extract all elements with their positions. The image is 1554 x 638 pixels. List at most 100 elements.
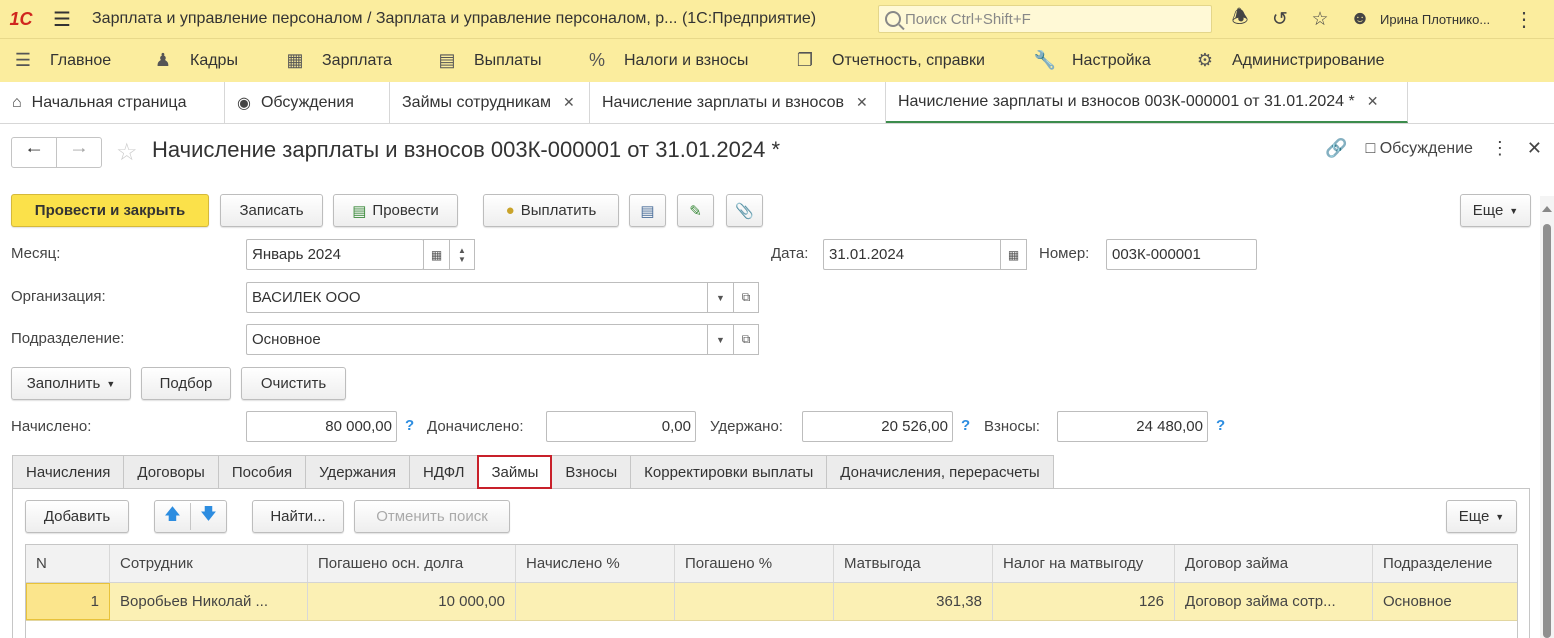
tab-ndfl[interactable]: НДФЛ — [409, 455, 479, 489]
column-header[interactable]: Налог на матвыгоду — [993, 545, 1175, 582]
cell-employee[interactable]: Воробьев Николай ... — [110, 583, 308, 620]
add-button[interactable]: Добавить — [25, 500, 129, 533]
tab-payroll-list[interactable]: Начисление зарплаты и взносов ✕ — [590, 82, 886, 123]
history-icon[interactable]: ↺ — [1260, 0, 1300, 38]
select-button[interactable]: Подбор — [141, 367, 231, 400]
edit-button[interactable]: ✎ — [677, 194, 714, 227]
clear-button[interactable]: Очистить — [241, 367, 346, 400]
history-nav: 🠀 🠂 — [11, 137, 102, 168]
cell-benefit-tax[interactable]: 126 — [993, 583, 1175, 620]
department-field[interactable]: Основное — [246, 324, 709, 355]
column-header[interactable]: Сотрудник — [110, 545, 308, 582]
close-icon[interactable]: ✕ — [563, 94, 575, 111]
more-vertical-icon[interactable]: ⋮ — [1508, 7, 1540, 32]
tab-recalculations[interactable]: Доначисления, перерасчеты — [826, 455, 1054, 489]
dropdown-icon[interactable]: ▼ — [707, 282, 734, 313]
column-header[interactable]: N — [26, 545, 110, 582]
column-header[interactable]: Подразделение — [1373, 545, 1517, 582]
table-row[interactable]: 1 Воробьев Николай ... 10 000,00 361,38 … — [26, 583, 1517, 621]
menu-item-settings[interactable]: 🔧 Настройка — [1022, 39, 1182, 83]
open-icon[interactable]: ⧉ — [733, 282, 759, 313]
cancel-search-button[interactable]: Отменить поиск — [354, 500, 510, 533]
pay-button[interactable]: ● Выплатить — [483, 194, 619, 227]
tab-payment-corrections[interactable]: Корректировки выплаты — [630, 455, 828, 489]
menu-item-hr[interactable]: ♟ Кадры — [140, 39, 272, 83]
post-and-close-button[interactable]: Провести и закрыть — [11, 194, 209, 227]
tab-loans[interactable]: Займы — [477, 455, 553, 489]
cell-interest-repaid[interactable] — [675, 583, 834, 620]
close-icon[interactable]: ✕ — [1367, 93, 1379, 110]
back-arrow-icon[interactable]: 🠀 — [12, 138, 56, 167]
panel-more-button[interactable]: Еще ▼ — [1446, 500, 1517, 533]
number-field[interactable]: 003К-000001 — [1106, 239, 1257, 270]
stepper-down-icon[interactable]: ▼ — [458, 255, 466, 264]
cell-loan-contract[interactable]: Договор займа сотр... — [1175, 583, 1373, 620]
cell-interest-accrued[interactable] — [516, 583, 675, 620]
close-form-icon[interactable]: ✕ — [1527, 138, 1542, 159]
link-icon[interactable]: 🔗 — [1325, 138, 1347, 159]
help-icon[interactable]: ? — [961, 417, 970, 434]
user-name[interactable]: Ирина Плотнико... — [1380, 12, 1508, 27]
save-button[interactable]: Записать — [220, 194, 323, 227]
column-header[interactable]: Договор займа — [1175, 545, 1373, 582]
bell-icon[interactable]: 🕭 — [1220, 0, 1260, 38]
discussion-button[interactable]: □ Обсуждение — [1366, 140, 1473, 158]
tab-benefits[interactable]: Пособия — [217, 455, 307, 489]
cell-material-benefit[interactable]: 361,38 — [834, 583, 993, 620]
month-field[interactable]: Январь 2024 — [246, 239, 424, 270]
column-header[interactable]: Погашено осн. долга — [308, 545, 516, 582]
tab-contributions[interactable]: Взносы — [551, 455, 632, 489]
global-search-input[interactable]: Поиск Ctrl+Shift+F — [878, 5, 1212, 33]
tab-deductions[interactable]: Удержания — [305, 455, 411, 489]
attach-button[interactable]: 📎 — [726, 194, 763, 227]
post-button[interactable]: ▤ Провести — [333, 194, 458, 227]
help-icon[interactable]: ? — [1216, 417, 1225, 434]
dropdown-icon[interactable]: ▼ — [707, 324, 734, 355]
arrow-up-icon[interactable]: 🡅 — [155, 503, 191, 530]
menu-item-salary[interactable]: ▦ Зарплата — [272, 39, 424, 83]
calendar-icon[interactable]: ▦ — [1000, 239, 1027, 270]
month-stepper[interactable]: ▲ ▼ — [449, 239, 475, 270]
cell-n[interactable]: 1 — [26, 583, 110, 620]
find-button[interactable]: Найти... — [252, 500, 344, 533]
list-icon: ▤ — [640, 202, 655, 220]
tab-label: Начисление зарплаты и взносов 003К-00000… — [898, 92, 1355, 110]
menu-item-taxes[interactable]: % Налоги и взносы — [574, 39, 782, 83]
cell-department[interactable]: Основное — [1373, 583, 1517, 620]
column-header[interactable]: Матвыгода — [834, 545, 993, 582]
scroll-up-icon[interactable] — [1542, 206, 1552, 212]
forward-arrow-icon[interactable]: 🠂 — [56, 138, 101, 167]
star-icon[interactable]: ☆ — [1300, 0, 1340, 38]
more-vertical-icon[interactable]: ⋮ — [1491, 138, 1509, 159]
menu-item-main[interactable]: ☰ Главное — [0, 39, 140, 83]
open-icon[interactable]: ⧉ — [733, 324, 759, 355]
arrow-down-icon[interactable]: 🡇 — [191, 503, 226, 530]
column-header[interactable]: Погашено % — [675, 545, 834, 582]
cell-principal-repaid[interactable]: 10 000,00 — [308, 583, 516, 620]
more-button[interactable]: Еще ▼ — [1460, 194, 1531, 227]
close-icon[interactable]: ✕ — [856, 94, 868, 111]
tab-contracts[interactable]: Договоры — [123, 455, 219, 489]
column-header[interactable]: Начислено % — [516, 545, 675, 582]
menu-item-admin[interactable]: ⚙ Администрирование — [1182, 39, 1402, 83]
vertical-scrollbar[interactable] — [1540, 196, 1554, 638]
fill-button[interactable]: Заполнить ▼ — [11, 367, 131, 400]
tab-home[interactable]: ⌂ Начальная страница — [0, 82, 225, 123]
favorite-star-icon[interactable]: ☆ — [116, 138, 138, 167]
menu-item-reports[interactable]: ❐ Отчетность, справки — [782, 39, 1022, 83]
scroll-thumb[interactable] — [1543, 224, 1551, 638]
stepper-up-icon[interactable]: ▲ — [458, 246, 466, 255]
help-icon[interactable]: ? — [405, 417, 414, 434]
organization-field[interactable]: ВАСИЛЕК ООО — [246, 282, 709, 313]
menu-item-payments[interactable]: ▤ Выплаты — [424, 39, 574, 83]
tab-employee-loans[interactable]: Займы сотрудникам ✕ — [390, 82, 590, 123]
tab-discussions[interactable]: ◉ Обсуждения — [225, 82, 390, 123]
journal-button[interactable]: ▤ — [629, 194, 666, 227]
tab-accruals[interactable]: Начисления — [12, 455, 125, 489]
user-icon[interactable]: ☻ — [1340, 0, 1380, 38]
hamburger-menu-icon[interactable]: ☰ — [42, 7, 82, 32]
date-field[interactable]: 31.01.2024 — [823, 239, 1002, 270]
tab-payroll-document[interactable]: Начисление зарплаты и взносов 003К-00000… — [886, 82, 1408, 123]
calendar-icon[interactable]: ▦ — [423, 239, 450, 270]
form-title: Начисление зарплаты и взносов 003К-00000… — [152, 137, 780, 162]
